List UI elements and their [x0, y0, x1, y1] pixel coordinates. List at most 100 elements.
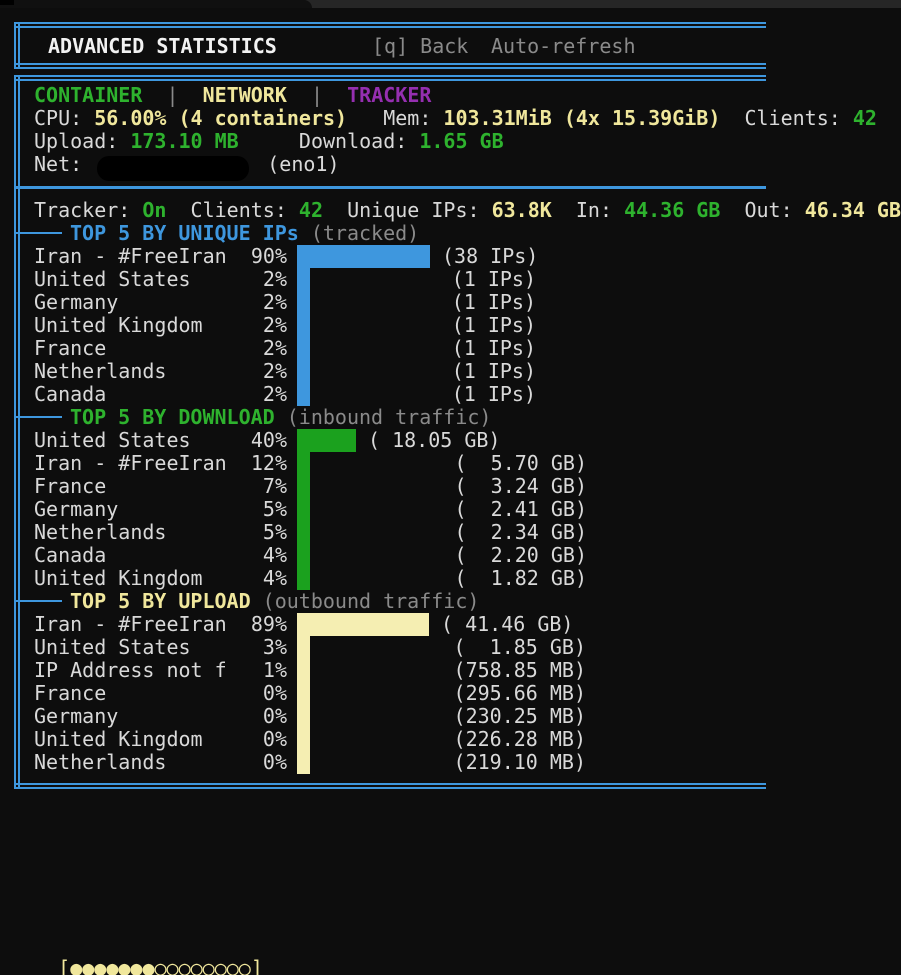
text-segment: Clients: — [720, 106, 852, 130]
stat-bar — [297, 682, 310, 705]
stat-row: Canada4%( 2.20 GB) — [34, 544, 894, 567]
text-segment: Out: — [720, 198, 804, 222]
stat-row: Iran - #FreeIran89%( 41.46 GB) — [34, 613, 894, 636]
header-tick-line — [16, 416, 62, 418]
stat-bar — [297, 636, 310, 659]
auto-refresh-label[interactable]: Auto-refresh — [491, 35, 636, 58]
stat-row: United States2%(1 IPs) — [34, 268, 894, 291]
text-segment: In: — [552, 198, 624, 222]
cpu-mem-row: CPU: 56.00% (4 containers) Mem: 103.31Mi… — [34, 107, 877, 130]
text-segment: Download: — [239, 129, 420, 153]
view-tabs: CONTAINER | NETWORK | TRACKER — [34, 84, 431, 107]
tab-container[interactable]: CONTAINER — [34, 83, 142, 107]
value-label: ( 5.70 GB) — [455, 452, 587, 475]
stat-bar — [297, 521, 310, 544]
border-line — [14, 22, 16, 69]
stat-bar — [297, 383, 310, 406]
stat-bar — [297, 498, 310, 521]
stat-bar — [297, 544, 310, 567]
stat-row: Germany0%(230.25 MB) — [34, 705, 894, 728]
active-terminal-tab[interactable] — [0, 0, 312, 8]
status-bar: [●●●●●●●○○○○○○○○] Next refresh in 8s [q]… — [10, 934, 299, 957]
stat-row: Germany2%(1 IPs) — [34, 291, 894, 314]
country-name: Netherlands — [34, 360, 166, 383]
terminal-tab-strip — [0, 0, 901, 8]
text-segment: On — [142, 198, 166, 222]
country-name: Netherlands — [34, 751, 166, 774]
stat-bar — [297, 291, 310, 314]
text-segment: Upload: — [34, 129, 130, 153]
stat-bar — [297, 245, 430, 268]
tracker-summary-row: Tracker: On Clients: 42 Unique IPs: 63.8… — [34, 199, 901, 222]
percent-value: 5% — [224, 498, 287, 521]
stat-bar — [297, 268, 310, 291]
stat-row: Netherlands 0% (219.10 MB) — [34, 751, 894, 774]
stat-row: Iran - #FreeIran12%( 5.70 GB) — [34, 452, 894, 475]
country-name: Iran - #FreeIran — [34, 245, 227, 268]
tab-network[interactable]: NETWORK — [203, 83, 287, 107]
section-separator-line — [14, 186, 766, 189]
percent-value: 1% — [224, 659, 287, 682]
header-tick-line — [16, 232, 62, 234]
stat-row: France2%(1 IPs) — [34, 337, 894, 360]
country-name: France — [34, 337, 106, 360]
stat-row: France0%(295.66 MB) — [34, 682, 894, 705]
value-label: ( 2.20 GB) — [455, 544, 587, 567]
percent-value: 12% — [224, 452, 287, 475]
percent-value: 2% — [224, 291, 287, 314]
percent-value: 0% — [224, 751, 287, 774]
percent-value: 2% — [224, 360, 287, 383]
text-segment: 42 — [853, 106, 877, 130]
net-row: Net: (eno1) — [34, 153, 340, 176]
text-segment: Tracker: — [34, 198, 142, 222]
country-name: France — [34, 475, 106, 498]
border-line — [18, 22, 20, 69]
value-label: ( 2.41 GB) — [455, 498, 587, 521]
stat-row: Germany5%( 2.41 GB) — [34, 498, 894, 521]
value-label: (219.10 MB) — [454, 751, 586, 774]
back-shortcut[interactable]: [q] Back — [372, 35, 468, 58]
tab-tracker[interactable]: TRACKER — [347, 83, 431, 107]
country-name: France — [34, 682, 106, 705]
value-label: ( 18.05 GB) — [368, 429, 500, 452]
border-line — [14, 783, 766, 785]
percent-value: 7% — [224, 475, 287, 498]
percent-value: 0% — [224, 728, 287, 751]
value-label: (226.28 MB) — [454, 728, 586, 751]
stat-row: United Kingdom 0% (226.28 MB) — [34, 728, 894, 751]
section-header: TOP 5 BY DOWNLOAD (inbound traffic) — [16, 406, 776, 429]
section-title: TOP 5 BY UNIQUE IPs (tracked) — [70, 222, 419, 245]
value-label: ( 1.82 GB) — [455, 567, 587, 590]
country-name: United States — [34, 268, 191, 291]
stat-bar — [297, 567, 310, 590]
text-segment: (eno1) — [255, 152, 339, 176]
country-name: IP Address not f — [34, 659, 227, 682]
text-segment: 44.36 GB — [624, 198, 720, 222]
stat-row: United States 3% ( 1.85 GB) — [34, 636, 894, 659]
percent-value: 2% — [224, 383, 287, 406]
country-name: United Kingdom — [34, 728, 203, 751]
percent-value: 40% — [224, 429, 287, 452]
value-label: ( 2.34 GB) — [455, 521, 587, 544]
border-line — [14, 67, 766, 69]
stat-bar — [297, 728, 310, 751]
value-label: ( 3.24 GB) — [455, 475, 587, 498]
value-label: ( 41.46 GB) — [441, 613, 573, 636]
percent-value: 4% — [224, 544, 287, 567]
border-line — [14, 79, 766, 81]
country-name: United States — [34, 636, 191, 659]
upload-download-row: Upload: 173.10 MB Download: 1.65 GB — [34, 130, 504, 153]
percent-value: 2% — [224, 337, 287, 360]
value-label: ( 1.85 GB) — [454, 636, 586, 659]
page-title: ADVANCED STATISTICS — [48, 35, 277, 58]
text-segment: Mem: — [347, 106, 443, 130]
percent-value: 3% — [224, 636, 287, 659]
value-label: (1 IPs) — [452, 268, 536, 291]
text-segment: 42 — [299, 198, 323, 222]
tab-separator: | — [142, 83, 202, 107]
stat-bar — [297, 659, 310, 682]
section-header: TOP 5 BY UNIQUE IPs (tracked) — [16, 222, 776, 245]
value-label: (295.66 MB) — [454, 682, 586, 705]
text-segment: 63.8K — [492, 198, 552, 222]
stat-row: Iran - #FreeIran90%(38 IPs) — [34, 245, 894, 268]
